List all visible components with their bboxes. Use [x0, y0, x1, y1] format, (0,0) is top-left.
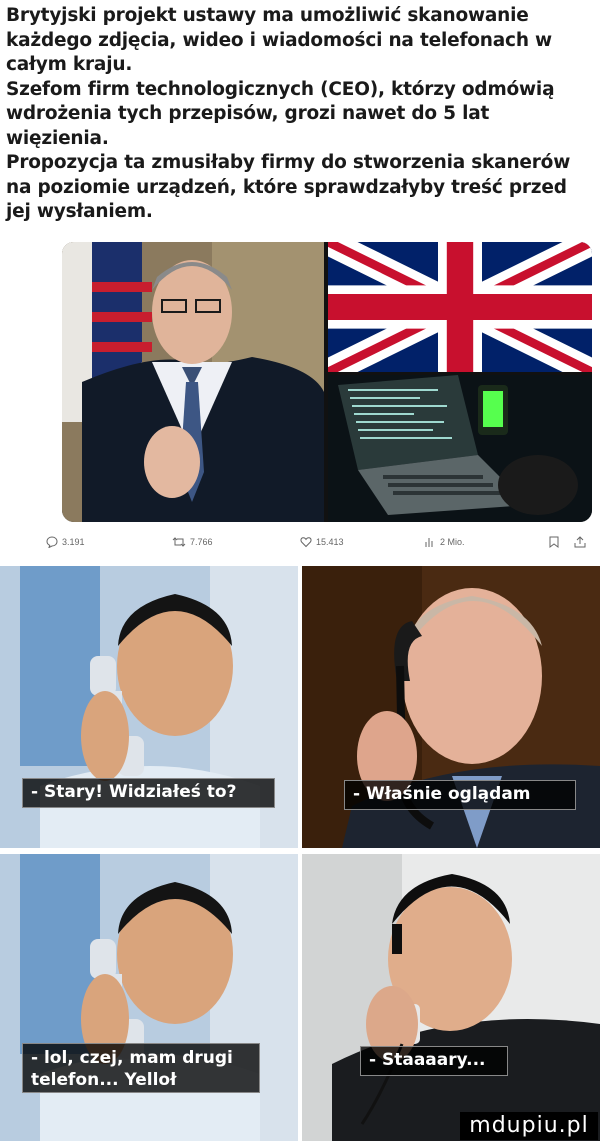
- repost-action[interactable]: 7.766: [172, 536, 213, 548]
- bookmark-icon: [549, 536, 559, 548]
- meme-caption-3-line-1: - lol, czej, mam drugi: [31, 1048, 233, 1068]
- views-count: 2 Mio.: [440, 537, 465, 547]
- reply-action[interactable]: 3.191: [46, 536, 85, 548]
- views-action[interactable]: 2 Mio.: [424, 536, 465, 548]
- meme-panel-4: [302, 854, 600, 1141]
- laptop-hacker-image[interactable]: [328, 375, 592, 522]
- post-text: Brytyjski projekt ustawy ma umożliwić sk…: [6, 4, 594, 225]
- meme-caption-4: - Staaaary...: [360, 1046, 508, 1076]
- share-action[interactable]: [574, 536, 586, 548]
- uk-flag-image[interactable]: [322, 242, 592, 384]
- repost-count: 7.766: [190, 537, 213, 547]
- reply-count: 3.191: [62, 537, 85, 547]
- repost-icon: [172, 537, 186, 547]
- watermark-logo: mdupiu.pl: [460, 1112, 598, 1140]
- like-count: 15.413: [316, 537, 344, 547]
- bookmark-action[interactable]: [548, 536, 560, 548]
- post-paragraph-3: Propozycja ta zmusiłaby firmy do stworze…: [6, 152, 571, 222]
- heart-icon: [300, 537, 312, 548]
- meme-caption-1: - Stary! Widziałeś to?: [22, 778, 275, 808]
- post-actions-bar: 3.191 7.766 15.413 2 Mio.: [46, 536, 594, 556]
- post-paragraph-1: Brytyjski projekt ustawy ma umożliwić sk…: [6, 5, 552, 75]
- photo-politician[interactable]: [62, 242, 324, 522]
- post-paragraph-2: Szefom firm technologicznych (CEO), któr…: [6, 78, 555, 149]
- post-media[interactable]: [62, 242, 592, 522]
- meme-caption-2: - Właśnie oglądam: [344, 780, 576, 810]
- like-action[interactable]: 15.413: [300, 536, 344, 548]
- share-icon: [574, 536, 586, 548]
- reply-icon: [46, 536, 58, 548]
- meme-caption-3: - lol, czej, mam drugi telefon... Yelloł: [22, 1043, 260, 1093]
- meme-panel-3: [0, 854, 298, 1141]
- views-icon: [425, 538, 433, 547]
- meme-caption-3-line-2: telefon... Yelloł: [31, 1070, 177, 1090]
